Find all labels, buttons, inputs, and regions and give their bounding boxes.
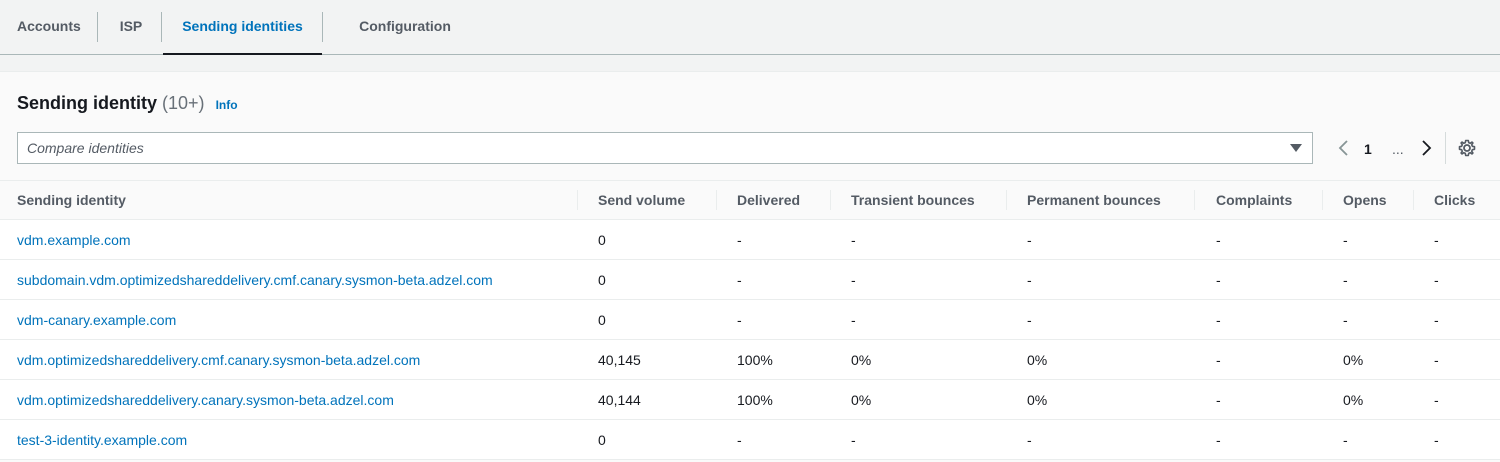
cell-send-volume: 0 xyxy=(598,432,606,448)
section-title: Sending identity xyxy=(17,93,158,113)
cell-permanent-bounces: 0% xyxy=(1027,392,1048,408)
section-heading: Sending identity (10+) Info xyxy=(17,93,238,114)
identity-link[interactable]: vdm.example.com xyxy=(17,220,131,259)
cell-clicks: - xyxy=(1434,312,1439,328)
identity-link[interactable]: vdm-canary.example.com xyxy=(17,300,176,339)
column-header-sending-identity[interactable]: Sending identity xyxy=(17,181,126,219)
compare-identities-select[interactable]: Compare identities xyxy=(17,132,1313,164)
cell-transient-bounces: - xyxy=(851,272,856,288)
cell-opens: - xyxy=(1343,312,1348,328)
cell-send-volume: 0 xyxy=(598,232,606,248)
identity-link[interactable]: test-3-identity.example.com xyxy=(17,420,187,459)
cell-send-volume: 40,144 xyxy=(598,392,641,408)
sending-identity-table: Sending identity Send volume Delivered T… xyxy=(0,180,1500,460)
cell-complaints: - xyxy=(1216,232,1221,248)
column-header-clicks[interactable]: Clicks xyxy=(1434,181,1475,219)
column-divider[interactable] xyxy=(830,190,831,210)
cell-opens: 0% xyxy=(1343,352,1364,368)
cell-permanent-bounces: - xyxy=(1027,432,1032,448)
cell-complaints: - xyxy=(1216,272,1221,288)
cell-permanent-bounces: 0% xyxy=(1027,352,1048,368)
column-divider[interactable] xyxy=(1322,190,1323,210)
pagination-divider xyxy=(1445,132,1446,164)
cell-delivered: - xyxy=(737,312,742,328)
tab-divider xyxy=(97,12,98,42)
cell-permanent-bounces: - xyxy=(1027,272,1032,288)
column-divider[interactable] xyxy=(1006,190,1007,210)
column-header-opens[interactable]: Opens xyxy=(1343,181,1387,219)
identity-link[interactable]: subdomain.vdm.optimizedshareddelivery.cm… xyxy=(17,260,493,299)
cell-send-volume: 0 xyxy=(598,272,606,288)
cell-delivered: 100% xyxy=(737,392,773,408)
cell-complaints: - xyxy=(1216,352,1221,368)
page-number-current[interactable]: 1 xyxy=(1364,141,1372,157)
tab-isp[interactable]: ISP xyxy=(119,0,143,54)
cell-clicks: - xyxy=(1434,432,1439,448)
table-row: subdomain.vdm.optimizedshareddelivery.cm… xyxy=(0,260,1500,300)
cell-transient-bounces: - xyxy=(851,432,856,448)
compare-placeholder: Compare identities xyxy=(27,140,144,156)
column-divider[interactable] xyxy=(1413,190,1414,210)
column-divider[interactable] xyxy=(1194,190,1195,210)
chevron-left-icon[interactable] xyxy=(1336,138,1352,158)
cell-clicks: - xyxy=(1434,232,1439,248)
column-header-permanent-bounces[interactable]: Permanent bounces xyxy=(1027,181,1161,219)
identity-link[interactable]: vdm.optimizedshareddelivery.cmf.canary.s… xyxy=(17,340,420,379)
column-divider[interactable] xyxy=(716,190,717,210)
column-header-complaints[interactable]: Complaints xyxy=(1216,181,1292,219)
cell-send-volume: 40,145 xyxy=(598,352,641,368)
tab-divider xyxy=(322,12,323,42)
cell-clicks: - xyxy=(1434,392,1439,408)
tab-bar: Accounts ISP Sending identities Configur… xyxy=(0,0,1500,86)
cell-delivered: - xyxy=(737,272,742,288)
cell-send-volume: 0 xyxy=(598,312,606,328)
tab-accounts[interactable]: Accounts xyxy=(17,0,81,54)
cell-permanent-bounces: - xyxy=(1027,312,1032,328)
cell-transient-bounces: - xyxy=(851,232,856,248)
cell-opens: 0% xyxy=(1343,392,1364,408)
tab-sending-identities[interactable]: Sending identities xyxy=(163,0,322,55)
column-divider[interactable] xyxy=(577,190,578,210)
caret-down-icon xyxy=(1290,144,1302,152)
tab-configuration-sets[interactable]: Configuration sets xyxy=(344,0,466,86)
cell-permanent-bounces: - xyxy=(1027,232,1032,248)
table-row: vdm.optimizedshareddelivery.canary.sysmo… xyxy=(0,380,1500,420)
sending-identity-panel: Sending identity (10+) Info Compare iden… xyxy=(0,71,1500,462)
column-header-delivered[interactable]: Delivered xyxy=(737,181,800,219)
info-link[interactable]: Info xyxy=(216,98,238,112)
cell-transient-bounces: - xyxy=(851,312,856,328)
table-row: test-3-identity.example.com 0 - - - - - … xyxy=(0,420,1500,460)
column-header-transient-bounces[interactable]: Transient bounces xyxy=(851,181,975,219)
cell-transient-bounces: 0% xyxy=(851,392,872,408)
cell-transient-bounces: 0% xyxy=(851,352,872,368)
cell-complaints: - xyxy=(1216,312,1221,328)
table-row: vdm.example.com 0 - - - - - - xyxy=(0,220,1500,260)
cell-clicks: - xyxy=(1434,352,1439,368)
cell-opens: - xyxy=(1343,432,1348,448)
table-row: vdm-canary.example.com 0 - - - - - - xyxy=(0,300,1500,340)
section-count: (10+) xyxy=(162,93,205,113)
chevron-right-icon[interactable] xyxy=(1418,138,1434,158)
cell-delivered: - xyxy=(737,432,742,448)
tab-divider xyxy=(161,12,162,42)
identity-link[interactable]: vdm.optimizedshareddelivery.canary.sysmo… xyxy=(17,380,394,419)
cell-complaints: - xyxy=(1216,392,1221,408)
table-header: Sending identity Send volume Delivered T… xyxy=(0,180,1500,220)
cell-complaints: - xyxy=(1216,432,1221,448)
column-header-send-volume[interactable]: Send volume xyxy=(598,181,685,219)
cell-delivered: 100% xyxy=(737,352,773,368)
cell-delivered: - xyxy=(737,232,742,248)
cell-opens: - xyxy=(1343,272,1348,288)
cell-clicks: - xyxy=(1434,272,1439,288)
table-row: vdm.optimizedshareddelivery.cmf.canary.s… xyxy=(0,340,1500,380)
cell-opens: - xyxy=(1343,232,1348,248)
page-ellipsis: ... xyxy=(1392,141,1404,157)
gear-icon[interactable] xyxy=(1457,138,1477,158)
